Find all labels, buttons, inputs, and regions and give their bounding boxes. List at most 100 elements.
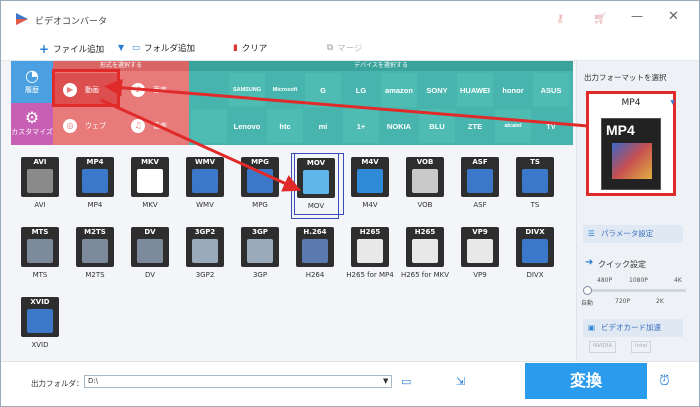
format-tile-h265-for-mkv[interactable]: H265 H265 for MKV (401, 223, 449, 289)
format-tile-avi[interactable]: AVI AVI (16, 153, 64, 219)
format-tile-h264[interactable]: H.264 H264 (291, 223, 339, 289)
format-icon: H265 (351, 227, 389, 267)
format-tile-mpg[interactable]: MPG MPG (236, 153, 284, 219)
slider-label-auto: 自動 (581, 300, 594, 307)
format-tile-m2ts[interactable]: M2TS M2TS (71, 223, 119, 289)
app-logo-icon (16, 13, 28, 25)
format-tile-mts[interactable]: MTS MTS (16, 223, 64, 289)
brand-2-2[interactable]: htc (267, 109, 303, 143)
title-bar: ビデオコンバータ ⚷ 🛒︎ — ✕ (1, 1, 699, 37)
format-art-icon (82, 239, 108, 263)
format-tile-ts[interactable]: TS TS (511, 153, 559, 219)
category-web[interactable]: ◎ ウェブ (55, 109, 119, 143)
cart-icon[interactable]: 🛒︎ (593, 12, 607, 25)
brand-2-3[interactable]: mi (305, 109, 341, 143)
merge-button[interactable]: ⧉ マージ (327, 42, 362, 54)
plus-icon: + (39, 42, 50, 56)
format-badge: TS (530, 158, 540, 166)
format-art-icon (357, 239, 383, 263)
format-badge: VOB (416, 158, 434, 166)
format-tile-asf[interactable]: ASF ASF (456, 153, 504, 219)
quality-slider-thumb[interactable] (583, 286, 592, 295)
brand-2-9[interactable]: TV (533, 109, 569, 143)
brand-1-0[interactable] (191, 73, 227, 107)
highlight-video-category (52, 69, 120, 107)
clear-button[interactable]: ▮ クリア (233, 42, 267, 54)
trash-icon: ▮ (233, 43, 238, 53)
format-tile-h265-for-mp4[interactable]: H265 H265 for MP4 (346, 223, 394, 289)
brand-1-8[interactable]: honor (495, 73, 531, 107)
brand-2-5[interactable]: NOKIA (381, 109, 417, 143)
category-music[interactable]: ♫ 音楽 (123, 109, 187, 143)
alarm-clock-icon[interactable]: ⏰︎ (659, 373, 670, 389)
format-art-icon (412, 239, 438, 263)
format-icon: VP9 (461, 227, 499, 267)
merge-icon: ⧉ (327, 43, 334, 53)
note-icon: ♫ (131, 119, 145, 133)
history-tab[interactable]: ◔ 履歴 (11, 61, 53, 103)
brand-2-8[interactable]: alcatel (495, 109, 531, 143)
format-badge: AVI (33, 158, 47, 166)
brand-1-5[interactable]: amazon (381, 73, 417, 107)
slider-label-480p: 480P (597, 277, 613, 284)
custom-tab[interactable]: ⚙ カスタマイズ (11, 103, 53, 145)
gpu-acceleration-button[interactable]: ▣ ビデオカード加速 (583, 319, 683, 337)
add-file-button[interactable]: + ファイル追加 (39, 42, 104, 56)
format-tile-3gp2[interactable]: 3GP2 3GP2 (181, 223, 229, 289)
browse-folder-icon[interactable]: ▭ (401, 375, 411, 388)
format-tile-vp9[interactable]: VP9 VP9 (456, 223, 504, 289)
output-format-selector[interactable]: MP4 ▼ MP4 (586, 91, 676, 196)
brand-1-9[interactable]: ASUS (533, 73, 569, 107)
brand-2-1[interactable]: Lenovo (229, 109, 265, 143)
brand-1-6[interactable]: SONY (419, 73, 455, 107)
format-tile-mp4[interactable]: MP4 MP4 (71, 153, 119, 219)
brand-1-2[interactable]: Microsoft (267, 73, 303, 107)
brand-1-1[interactable]: SAMSUNG (229, 73, 265, 107)
intel-chip[interactable]: Intel (631, 341, 652, 353)
chip-icon: ▣ (588, 323, 596, 332)
chevron-down-icon[interactable]: ▼ (670, 99, 675, 106)
toolbar: + ファイル追加 ▼ ▭ フォルダ追加 ▮ クリア ⧉ マージ (1, 37, 699, 61)
format-tile-vob[interactable]: VOB VOB (401, 153, 449, 219)
quality-slider-track[interactable] (586, 289, 686, 292)
format-tile-xvid[interactable]: XVID XVID (16, 293, 64, 359)
format-tile-divx[interactable]: DIVX DIVX (511, 223, 559, 289)
convert-button[interactable]: 変換 (525, 363, 647, 399)
brand-1-4[interactable]: LG (343, 73, 379, 107)
format-tile-wmv[interactable]: WMV WMV (181, 153, 229, 219)
film-icon (612, 143, 652, 179)
minimize-button[interactable]: — (631, 9, 643, 23)
format-icon: 3GP (241, 227, 279, 267)
add-dropdown-icon[interactable]: ▼ (118, 43, 124, 52)
brand-1-7[interactable]: HUAWEI (457, 73, 493, 107)
format-label: XVID (31, 341, 49, 349)
format-badge: M2TS (84, 228, 106, 236)
format-art-icon (192, 169, 218, 193)
category-audio[interactable]: ♪ 音楽 (123, 73, 187, 107)
key-icon[interactable]: ⚷ (556, 12, 564, 25)
slider-label-4k: 4K (674, 277, 682, 284)
format-icon: M4V (351, 157, 389, 197)
quick-icon: ➜ (585, 257, 594, 268)
format-tile-dv[interactable]: DV DV (126, 223, 174, 289)
brand-1-3[interactable]: G (305, 73, 341, 107)
format-art-icon (27, 169, 53, 193)
folder-icon: ▭ (132, 43, 141, 53)
output-folder-field[interactable]: D:\ (84, 375, 392, 388)
brand-2-4[interactable]: 1+ (343, 109, 379, 143)
format-art-icon (467, 169, 493, 193)
format-tile-m4v[interactable]: M4V M4V (346, 153, 394, 219)
format-badge: M4V (361, 158, 379, 166)
format-thumbnail: MP4 (601, 118, 661, 190)
close-button[interactable]: ✕ (668, 9, 679, 24)
chevron-down-icon[interactable]: ▼ (383, 377, 388, 385)
format-tile-mkv[interactable]: MKV MKV (126, 153, 174, 219)
parameter-settings-button[interactable]: ☰ パラメータ設定 (583, 225, 683, 243)
brand-2-6[interactable]: BLU (419, 109, 455, 143)
open-folder-icon[interactable]: ⇲ (456, 375, 465, 388)
brand-2-7[interactable]: ZTE (457, 109, 493, 143)
nvidia-chip[interactable]: NVIDIA (589, 341, 617, 353)
add-folder-button[interactable]: ▭ フォルダ追加 (132, 42, 195, 54)
brand-2-0[interactable] (191, 109, 227, 143)
format-tile-3gp[interactable]: 3GP 3GP (236, 223, 284, 289)
